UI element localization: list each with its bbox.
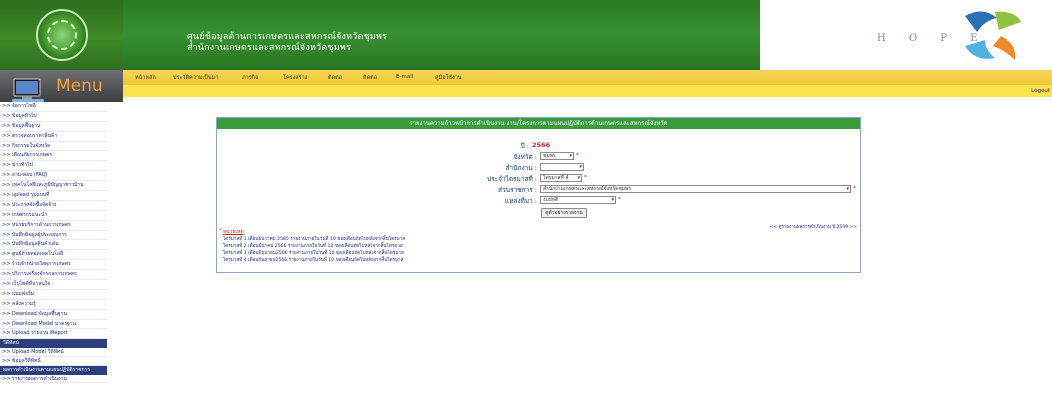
header-banner: ศูนย์ข้อมูลด้านการเกษตรและสหกรณ์จังหวัดช… xyxy=(123,0,760,70)
sidebar: >> จัดการไฟล์ >> ข้อมูลทั่วไป >> ข้อมูลพ… xyxy=(0,102,107,405)
quarter-label: ประจำไตรมาสที่ : xyxy=(487,175,537,183)
sidebar-item[interactable]: >> ข้อมูลวีดีทัศน์ xyxy=(0,357,107,366)
sidebar-section-video[interactable]: วีดีทัศน์ xyxy=(0,339,107,349)
sidebar-item[interactable]: >> เทคโนโลยีและภูมิปัญญาชาวบ้าน xyxy=(0,181,107,192)
sidebar-item[interactable]: >> ถาม-ตอบ (FAQ) xyxy=(0,171,107,182)
source-label: แหล่งที่มา : xyxy=(504,197,537,205)
nav-contact-2[interactable]: ติดต่อ xyxy=(363,74,377,82)
nav-structure[interactable]: โครงสร้าง xyxy=(283,74,307,82)
sidebar-item[interactable]: >> รายงานผลการดำเนินงาน xyxy=(0,375,107,384)
province-label: จังหวัด : xyxy=(513,153,537,161)
note-asterisk: * xyxy=(219,228,222,234)
chevron-down-icon: ▾ xyxy=(611,197,614,203)
sidebar-item[interactable]: >> ข้อมูลทั่วไป xyxy=(0,112,107,122)
hope-logo-area: H O P E xyxy=(760,0,1052,70)
note-line: ไตรมาสที่ 1 เดือนธันวาคม 2565 รายงานภายใ… xyxy=(223,237,406,242)
sidebar-item[interactable]: >> Download Model มาตรฐาน xyxy=(0,320,107,330)
sidebar-item[interactable]: >> Upload Model วีดีทัศน์ xyxy=(0,348,107,358)
source-select-value: งบปกติ xyxy=(543,197,559,203)
nav-home[interactable]: หน้าหลัก xyxy=(135,74,156,82)
sidebar-item[interactable]: >> Upload รายงาน iReport xyxy=(0,329,107,340)
required-mark: * xyxy=(584,174,587,181)
sidebar-item[interactable]: >> เว็บไซต์ที่น่าสนใจ xyxy=(0,280,107,290)
sidebar-item[interactable]: >> ตรวจสอบราคาสินค้า xyxy=(0,132,107,142)
required-mark: * xyxy=(618,196,621,203)
previous-year-report-link[interactable]: << ดูรายงานผลการดำเนินงาน ปี 2549 >> xyxy=(770,223,857,230)
nav-email[interactable]: E-mail xyxy=(396,74,413,80)
chevron-down-icon: ▾ xyxy=(569,153,572,159)
chevron-down-icon: ▾ xyxy=(577,175,580,181)
monitor-icon xyxy=(12,78,44,102)
sidebar-item[interactable]: >> เกษตรกรแนะนำ xyxy=(0,211,107,221)
sidebar-item[interactable]: >> ศูนย์ถ่ายทอดเทคโนโลยี xyxy=(0,250,107,261)
sidebar-item[interactable]: >> เตือนภัยการเกษตร xyxy=(0,151,107,162)
year-value: 2566 xyxy=(532,141,551,149)
sidebar-item[interactable]: >> ข้อมูลพื้นฐาน xyxy=(0,122,107,132)
header: ศูนย์ข้อมูลด้านการเกษตรและสหกรณ์จังหวัดช… xyxy=(0,0,1052,70)
sidebar-item[interactable]: >> Download ข้อมูลพื้นฐาน xyxy=(0,310,107,320)
header-title-line2: สำนักงานเกษตรและสหกรณ์จังหวัดชุมพร xyxy=(187,43,352,53)
chevron-down-icon: ▾ xyxy=(579,164,582,170)
sidebar-item[interactable]: >> ข่าวทั่วไป xyxy=(0,161,107,172)
header-title-line1: ศูนย์ข้อมูลด้านการเกษตรและสหกรณ์จังหวัดช… xyxy=(187,32,388,42)
menu-label: Menu xyxy=(56,76,103,96)
note-line: ไตรมาสที่ 3 เดือนมิถุนายน2566 รายงานภายใ… xyxy=(223,251,404,256)
sidebar-item[interactable]: >> หน่วยบริการด้านการเกษตร xyxy=(0,221,107,231)
sidebar-item[interactable]: >> บันทึกข้อมูลผู้ประกอบการ xyxy=(0,231,107,241)
office-label: สำนักงาน : xyxy=(505,164,537,172)
source-select[interactable]: งบปกติ ▾ xyxy=(540,196,616,204)
nav-manual[interactable]: คู่มือใช้งาน xyxy=(435,74,462,82)
nav-history[interactable]: ประวัติความเป็นมา xyxy=(173,74,218,82)
office-select[interactable]: ▾ xyxy=(540,163,584,171)
logout-link[interactable]: Logout xyxy=(1031,88,1050,94)
note-line: ไตรมาสที่ 4 เดือนกันยายน2566 รายงานภายใน… xyxy=(223,258,404,263)
province-select-value: ชุมพร xyxy=(543,153,556,159)
required-mark: * xyxy=(576,152,579,159)
sidebar-item[interactable]: >> บันทึกข้อมูลสินค้าเด่น xyxy=(0,240,107,251)
nav-contact[interactable]: ติดต่อ xyxy=(328,74,342,82)
top-navigation: หน้าหลัก ประวัติความเป็นมา ภารกิจ โครงสร… xyxy=(123,70,1052,85)
chevron-down-icon: ▾ xyxy=(846,186,849,192)
agency-select[interactable]: สำนักงานเกษตรและสหกรณ์จังหวัดชุมพร ▾ xyxy=(540,185,851,193)
sidebar-item[interactable]: >> ร้านจำหน่ายวัสดุการเกษตร xyxy=(0,260,107,271)
agency-label: ส่วนราชการ : xyxy=(498,186,537,194)
note-line: ไตรมาสที่ 2 เดือนมีนาคม 2566 รายงานภายใน… xyxy=(223,244,403,249)
report-panel: รายงานความก้าวหน้าการดำเนินงาน งาน/โครงก… xyxy=(216,117,861,273)
logo-cell xyxy=(0,0,123,70)
quarter-select-value: ไตรมาสที่ 4 xyxy=(543,175,569,181)
quarter-select[interactable]: ไตรมาสที่ 4 ▾ xyxy=(540,174,582,182)
agency-select-value: สำนักงานเกษตรและสหกรณ์จังหวัดชุมพร xyxy=(543,186,632,192)
agency-seal-logo xyxy=(35,9,88,61)
province-select[interactable]: ชุมพร ▾ xyxy=(540,152,574,160)
sidebar-item[interactable]: >> บริการเครื่องจักรกลการเกษตร xyxy=(0,270,107,281)
sidebar-item[interactable]: >> กิจกรรมในจังหวัด xyxy=(0,142,107,152)
sidebar-item[interactable]: >> ประกาศจัดซื้อจัดจ้าง xyxy=(0,201,107,211)
sidebar-section-performance[interactable]: ผลการดำเนินงานตามแผนปฏิบัติราชการ xyxy=(0,365,107,375)
required-mark: * xyxy=(853,185,856,192)
sidebar-item[interactable]: >> แบบฟอร์ม xyxy=(0,290,107,300)
nav-mission[interactable]: ภารกิจ xyxy=(242,74,258,82)
year-label: ปี : xyxy=(520,142,529,150)
preview-report-button[interactable]: ดูตัวอย่างรายงาน xyxy=(541,208,587,218)
sub-bar: Logout xyxy=(123,85,1052,97)
page: ศูนย์ข้อมูลด้านการเกษตรและสหกรณ์จังหวัดช… xyxy=(0,0,1052,405)
sidebar-item[interactable]: >> จัดการไฟล์ xyxy=(0,102,107,112)
report-heading: รายงานความก้าวหน้าการดำเนินงาน งาน/โครงก… xyxy=(217,118,860,129)
note-title: หมายเหตุ xyxy=(223,229,244,235)
sidebar-item[interactable]: >> คลังความรู้ xyxy=(0,300,107,310)
sidebar-item[interactable]: >> upload รูปแบบที่ xyxy=(0,191,107,201)
hope-logo-icon xyxy=(965,11,1021,60)
